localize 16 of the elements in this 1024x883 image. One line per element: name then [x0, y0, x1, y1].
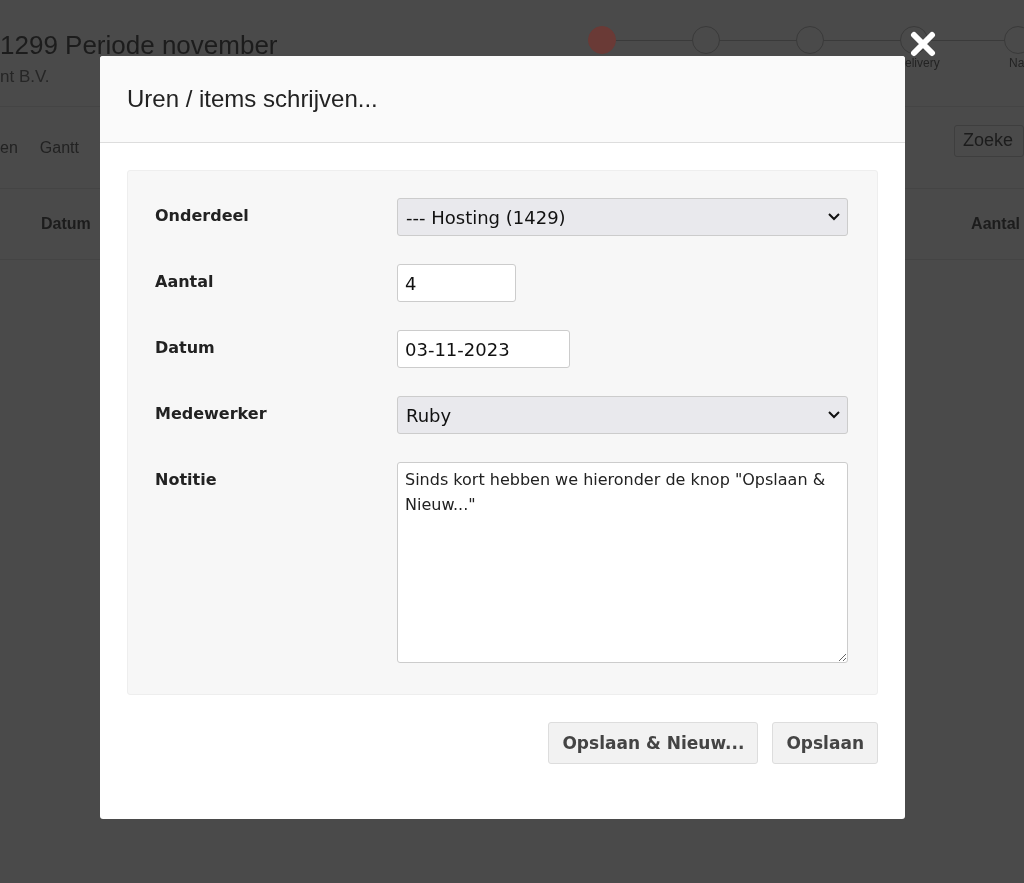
- chevron-icon: [828, 411, 840, 419]
- save-button[interactable]: Opslaan: [772, 722, 878, 764]
- field-label: Datum: [155, 337, 216, 357]
- input-field[interactable]: 4: [397, 264, 516, 302]
- field-label: Onderdeel: [155, 205, 250, 225]
- select-field[interactable]: Ruby: [397, 396, 848, 434]
- dialog-title: Uren / items schrijven...: [127, 85, 378, 113]
- field-label: Notitie: [155, 469, 218, 489]
- input-field[interactable]: 03-11-2023: [397, 330, 570, 368]
- select-field[interactable]: --- Hosting (1429): [397, 198, 848, 236]
- chevron-icon: [828, 213, 840, 221]
- save-button[interactable]: Opslaan & Nieuw...: [548, 722, 759, 764]
- note-field[interactable]: Sinds kort hebben we hieronder de knop "Opslaan & Nieuw...": [397, 462, 848, 663]
- field-label: Medewerker: [155, 403, 268, 423]
- field-label: Aantal: [155, 271, 215, 291]
- close-icon[interactable]: [910, 31, 936, 57]
